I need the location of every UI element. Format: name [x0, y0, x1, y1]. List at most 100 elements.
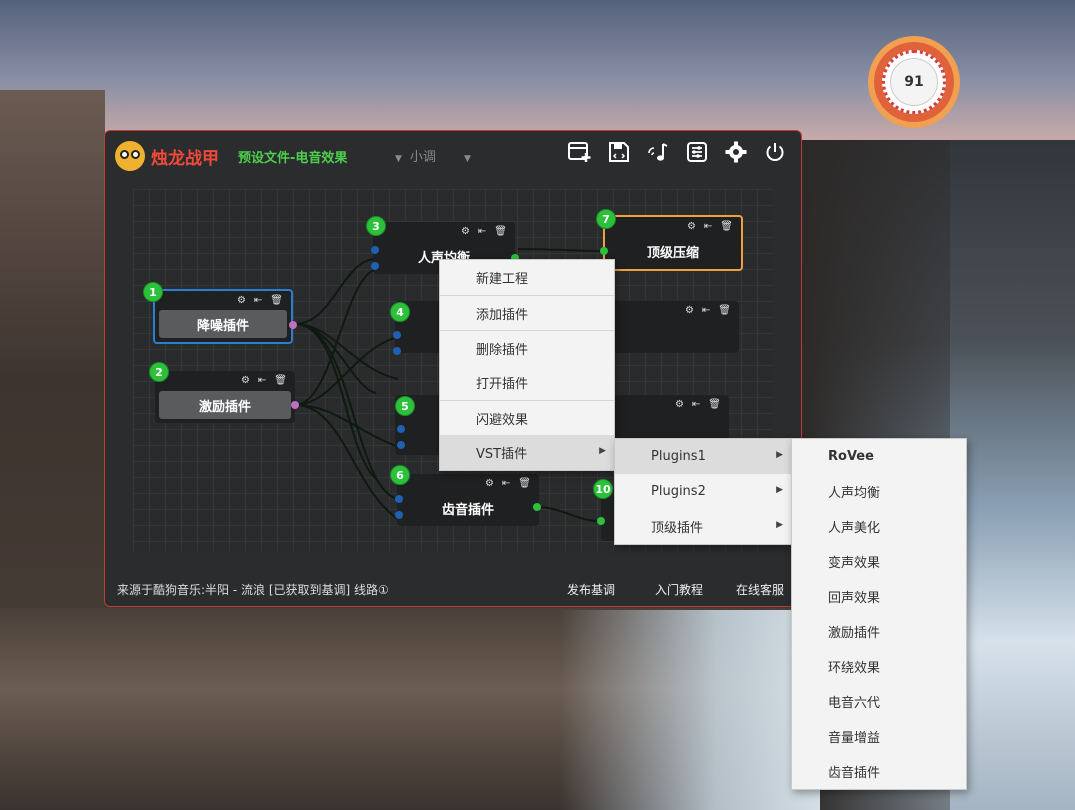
plugin-node-1[interactable]: ⚙ ⇤ 🗑 降噪插件 — [153, 289, 293, 344]
node-controls: ⚙ ⇤ 🗑 — [675, 399, 721, 410]
menu-item-vst-plugins[interactable]: VST插件 ▶ — [440, 435, 614, 470]
trash-icon[interactable]: 🗑 — [494, 226, 507, 237]
menu-item-new-project[interactable]: 新建工程 — [440, 260, 614, 295]
output-port[interactable] — [533, 503, 541, 511]
new-project-icon[interactable] — [567, 139, 593, 165]
vst-submenu: Plugins1 ▶ Plugins2 ▶ 顶级插件 ▶ — [614, 438, 792, 545]
sliders-icon[interactable]: ⚙ — [461, 226, 470, 237]
sliders-icon[interactable]: ⚙ — [685, 305, 694, 316]
output-port[interactable] — [289, 321, 297, 329]
key-dropdown-icon[interactable]: ▼ — [464, 154, 471, 164]
menu-item-vocal-eq[interactable]: 人声均衡 — [792, 474, 966, 509]
power-icon[interactable] — [762, 139, 788, 165]
owl-logo-icon — [115, 141, 145, 171]
music-note-icon[interactable] — [645, 139, 671, 165]
submenu-arrow-icon: ▶ — [776, 520, 783, 530]
mixer-icon[interactable] — [684, 139, 710, 165]
input-port[interactable] — [395, 511, 403, 519]
submenu-arrow-icon: ▶ — [776, 485, 783, 495]
title-bar: 烛龙战甲 — [115, 141, 219, 171]
plugin-node-2[interactable]: ⚙ ⇤ 🗑 激励插件 — [155, 371, 295, 423]
key-selector[interactable]: ▼ 小调 ▼ — [395, 146, 471, 165]
trash-icon[interactable]: 🗑 — [708, 399, 721, 410]
node-controls: ⚙ ⇤ 🗑 — [241, 375, 287, 386]
preset-file-label[interactable]: 预设文件-电音效果 — [238, 147, 347, 166]
input-port[interactable] — [393, 331, 401, 339]
context-menu: 新建工程 添加插件 删除插件 打开插件 闪避效果 VST插件 ▶ — [439, 259, 615, 471]
sliders-icon[interactable]: ⚙ — [687, 221, 696, 232]
menu-item-surround[interactable]: 环绕效果 — [792, 649, 966, 684]
background-sea-mist — [560, 610, 820, 810]
source-status-text: 来源于酷狗音乐:半阳 - 流浪 [已获取到基调] 线路① — [117, 583, 389, 597]
node-number: 1 — [143, 282, 163, 302]
output-port[interactable] — [291, 401, 299, 409]
menu-item-label: Plugins2 — [651, 484, 706, 499]
trash-icon[interactable]: 🗑 — [274, 375, 287, 386]
menu-item-label: 顶级插件 — [651, 521, 704, 536]
input-port[interactable] — [397, 441, 405, 449]
node-number: 3 — [366, 216, 386, 236]
menu-item-top-plugins[interactable]: 顶级插件 ▶ — [615, 509, 791, 544]
settings-gear-icon[interactable] — [723, 139, 749, 165]
input-port[interactable] — [597, 517, 605, 525]
publish-key-button[interactable]: 发布基调 — [567, 581, 615, 598]
plugin-node-7[interactable]: ⚙ ⇤ 🗑 顶级压缩 — [603, 215, 743, 271]
menu-item-ducking[interactable]: 闪避效果 — [440, 400, 614, 435]
menu-item-de-esser[interactable]: 齿音插件 — [792, 754, 966, 789]
bypass-icon[interactable]: ⇤ — [258, 375, 266, 386]
bypass-icon[interactable]: ⇤ — [702, 305, 710, 316]
input-port[interactable] — [600, 247, 608, 255]
save-icon[interactable] — [606, 139, 632, 165]
node-number: 10 — [593, 479, 613, 499]
bypass-icon[interactable]: ⇤ — [692, 399, 700, 410]
trash-icon[interactable]: 🗑 — [270, 295, 283, 306]
key-dropdown-left-icon: ▼ — [395, 154, 402, 164]
trash-icon[interactable]: 🗑 — [518, 478, 531, 489]
input-port[interactable] — [371, 246, 379, 254]
sliders-icon[interactable]: ⚙ — [485, 478, 494, 489]
sliders-icon[interactable]: ⚙ — [237, 295, 246, 306]
menu-item-delete-plugin[interactable]: 删除插件 — [440, 330, 614, 365]
node-label: 激励插件 — [159, 391, 291, 419]
bypass-icon[interactable]: ⇤ — [704, 221, 712, 232]
menu-item-rovee[interactable]: RoVee — [792, 439, 966, 474]
tutorial-button[interactable]: 入门教程 — [655, 581, 703, 598]
bypass-icon[interactable]: ⇤ — [254, 295, 262, 306]
menu-item-echo[interactable]: 回声效果 — [792, 579, 966, 614]
node-controls: ⚙ ⇤ 🗑 — [237, 295, 283, 306]
submenu-arrow-icon: ▶ — [776, 450, 783, 460]
menu-item-volume-gain[interactable]: 音量增益 — [792, 719, 966, 754]
plugins1-submenu: RoVee 人声均衡 人声美化 变声效果 回声效果 激励插件 环绕效果 电音六代… — [791, 438, 967, 790]
menu-item-plugins2[interactable]: Plugins2 ▶ — [615, 474, 791, 509]
menu-item-vocal-beautify[interactable]: 人声美化 — [792, 509, 966, 544]
bypass-icon[interactable]: ⇤ — [478, 226, 486, 237]
menu-item-label: VST插件 — [476, 447, 528, 462]
menu-item-open-plugin[interactable]: 打开插件 — [440, 365, 614, 400]
input-port[interactable] — [393, 347, 401, 355]
menu-item-label: Plugins1 — [651, 449, 706, 464]
menu-item-plugins1[interactable]: Plugins1 ▶ — [615, 439, 791, 474]
node-label: 降噪插件 — [159, 310, 287, 338]
toolbar — [567, 139, 788, 165]
floating-counter-badge[interactable]: 91 — [868, 36, 960, 128]
input-port[interactable] — [397, 425, 405, 433]
node-controls: ⚙ ⇤ 🗑 — [685, 305, 731, 316]
trash-icon[interactable]: 🗑 — [720, 221, 733, 232]
node-label: 齿音插件 — [401, 494, 535, 522]
bypass-icon[interactable]: ⇤ — [502, 478, 510, 489]
node-number: 7 — [596, 209, 616, 229]
node-number: 4 — [390, 302, 410, 322]
menu-item-electro-v6[interactable]: 电音六代 — [792, 684, 966, 719]
menu-item-exciter[interactable]: 激励插件 — [792, 614, 966, 649]
support-button[interactable]: 在线客服 — [736, 581, 784, 598]
node-number: 5 — [395, 396, 415, 416]
input-port[interactable] — [371, 262, 379, 270]
menu-item-voice-changer[interactable]: 变声效果 — [792, 544, 966, 579]
plugin-node-6[interactable]: ⚙ ⇤ 🗑 齿音插件 — [397, 474, 539, 526]
menu-item-add-plugin[interactable]: 添加插件 — [440, 295, 614, 330]
trash-icon[interactable]: 🗑 — [718, 305, 731, 316]
node-controls: ⚙ ⇤ 🗑 — [687, 221, 733, 232]
sliders-icon[interactable]: ⚙ — [241, 375, 250, 386]
sliders-icon[interactable]: ⚙ — [675, 399, 684, 410]
input-port[interactable] — [395, 495, 403, 503]
